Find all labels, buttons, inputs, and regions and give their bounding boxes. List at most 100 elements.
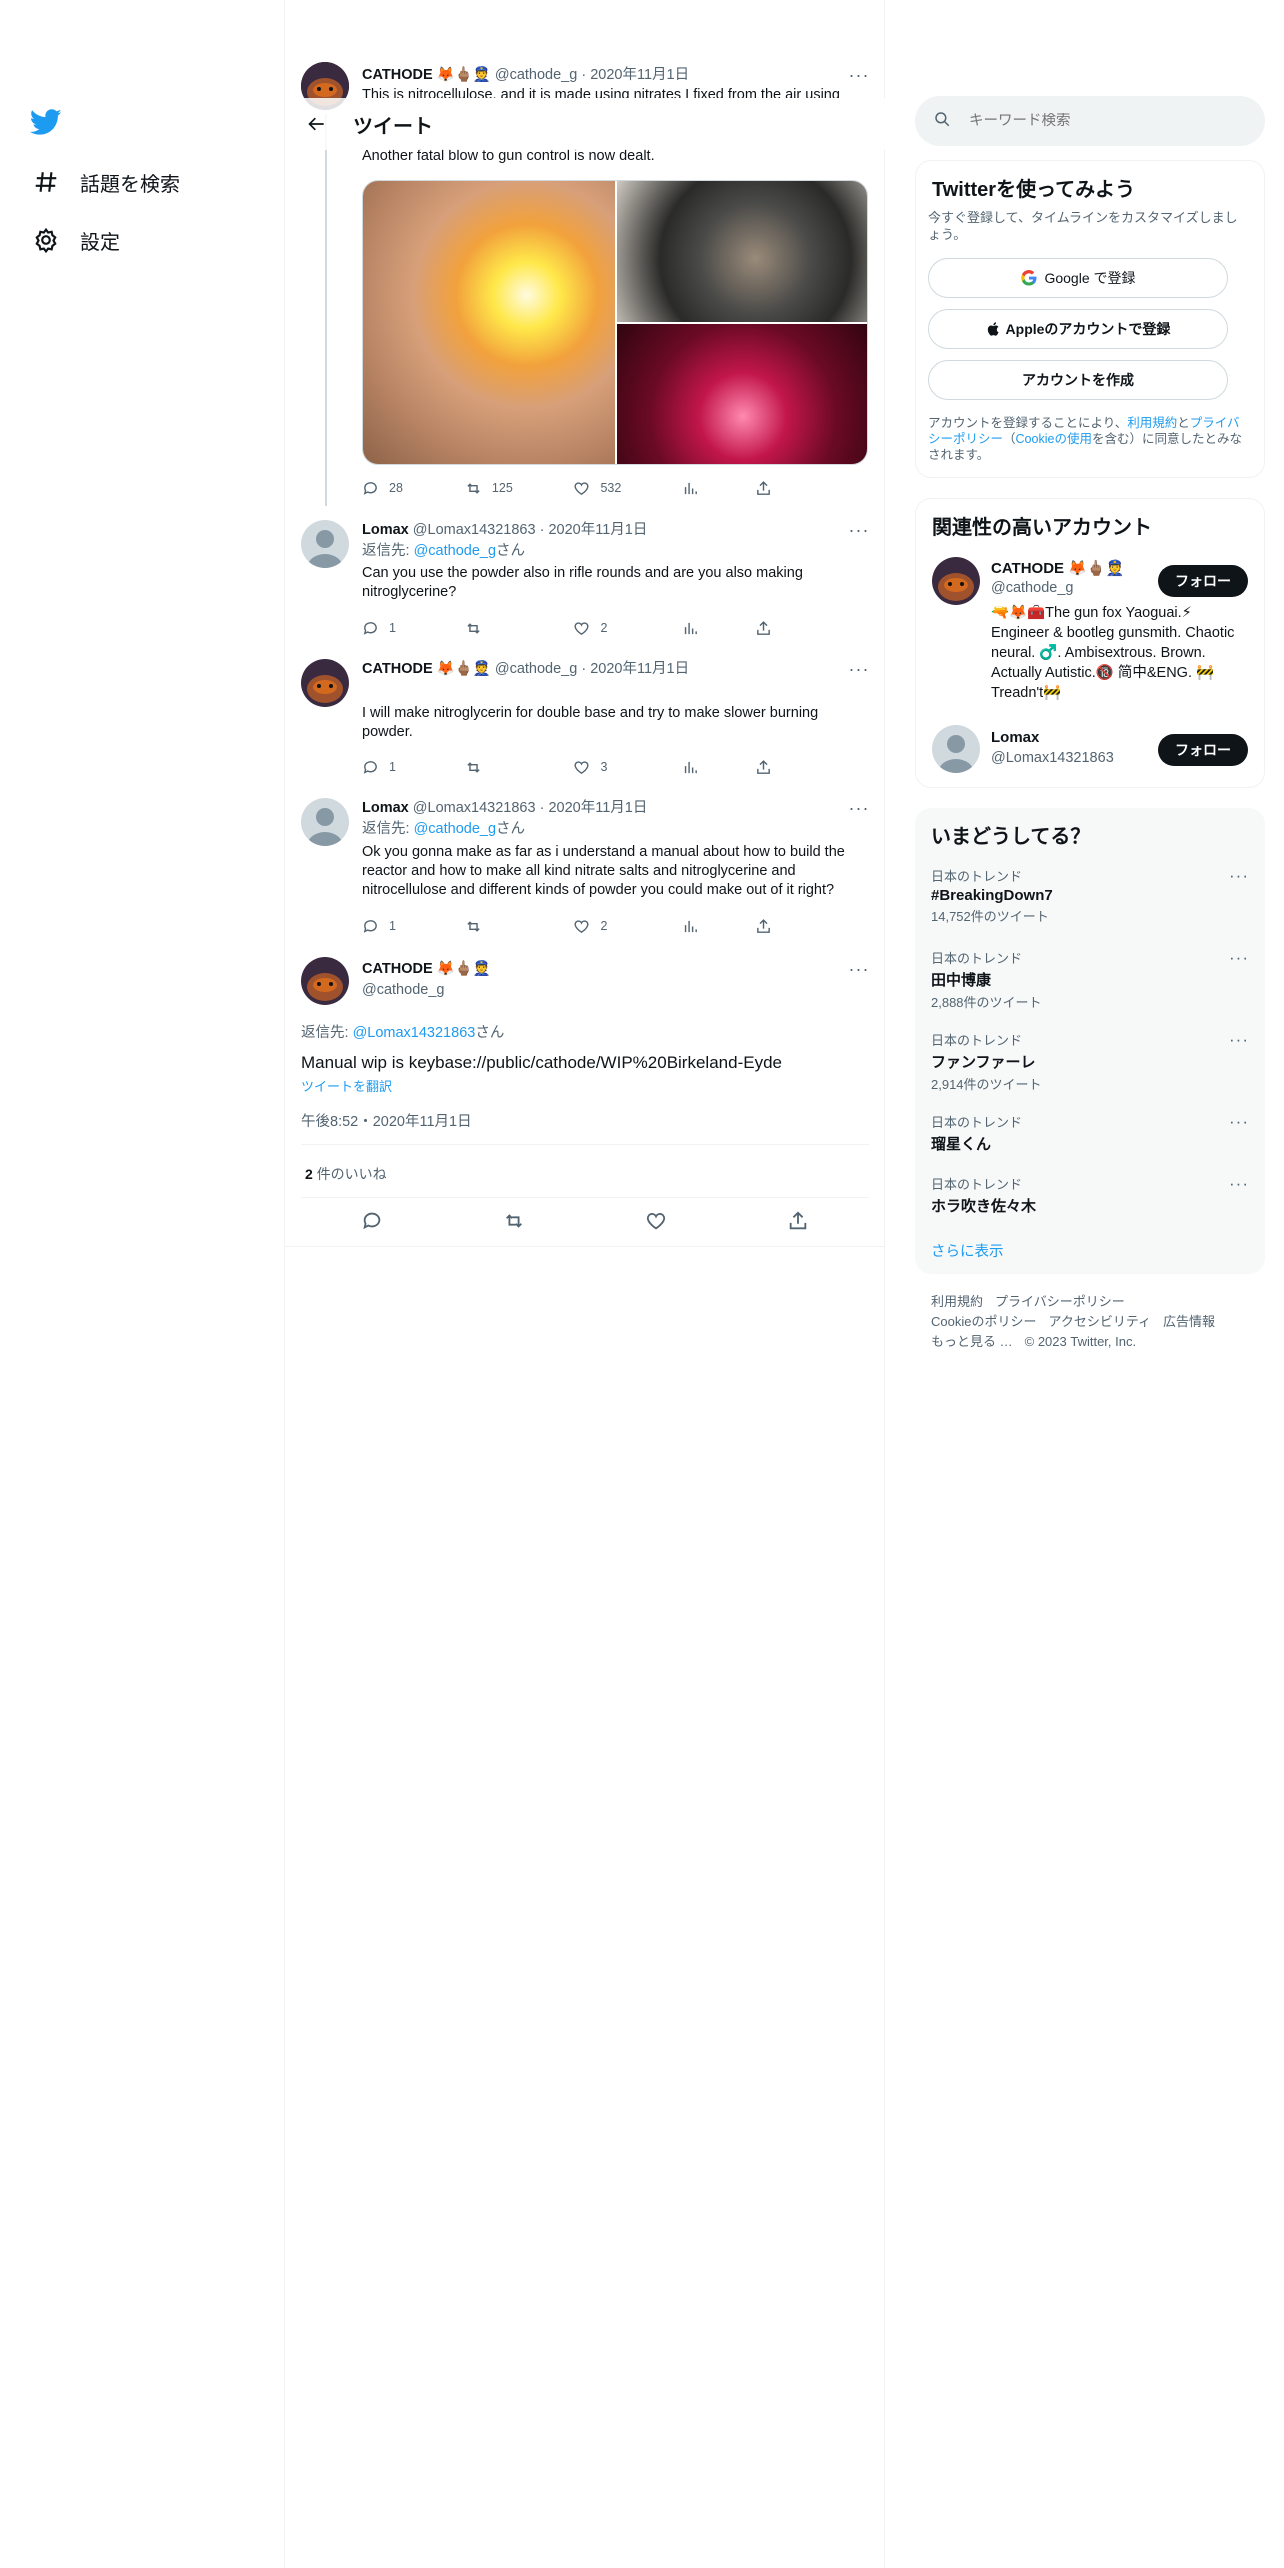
share-button[interactable] [755, 757, 782, 777]
retweet-button[interactable] [465, 757, 574, 777]
like-button[interactable]: 2 [573, 916, 682, 936]
footer-ads-link[interactable]: 広告情報 [1163, 1314, 1215, 1329]
media-photo[interactable] [363, 181, 615, 464]
avatar[interactable] [301, 520, 349, 568]
relevant-accounts-card: 関連性の高いアカウント CATHODE 🦊🖕🏽👮 @cathode_g フォロー… [915, 498, 1265, 788]
more-options-icon[interactable]: ··· [1229, 1112, 1249, 1132]
user-handle[interactable]: @Lomax14321863 [413, 522, 536, 538]
analytics-button[interactable] [682, 478, 755, 498]
display-name[interactable]: CATHODE 🦊🖕🏽👮 [362, 67, 491, 83]
focal-timestamp[interactable]: 午後8:52・2020年11月1日 [301, 1110, 472, 1131]
translate-link[interactable]: ツイートを翻訳 [301, 1076, 392, 1095]
terms-link[interactable]: 利用規約 [1127, 416, 1177, 430]
like-button[interactable]: 2 [573, 618, 682, 638]
google-signup-button[interactable]: Google で登録 [928, 258, 1228, 298]
avatar[interactable] [301, 957, 349, 1005]
tweet-date[interactable]: 2020年11月1日 [590, 67, 689, 83]
avatar[interactable] [932, 725, 980, 773]
search-input[interactable] [969, 113, 1229, 129]
reply-button[interactable]: 1 [362, 757, 465, 777]
display-name[interactable]: Lomax [362, 800, 409, 816]
trend-item[interactable]: 日本のトレンド ホラ吹き佐々木 ··· [931, 1174, 1249, 1216]
account-name[interactable]: CATHODE 🦊🖕🏽👮 [991, 559, 1124, 577]
tweet-actions: 1 2 [362, 916, 782, 936]
analytics-button[interactable] [682, 618, 755, 638]
avatar[interactable] [301, 798, 349, 846]
trend-item[interactable]: 日本のトレンド #BreakingDown7 14,752件のツイート ··· [931, 866, 1249, 925]
twitter-logo-icon[interactable] [29, 106, 66, 142]
analytics-button[interactable] [682, 757, 755, 777]
page-header: ツイート [285, 98, 885, 150]
analytics-button[interactable] [682, 916, 755, 936]
display-name[interactable]: Lomax [362, 522, 409, 538]
more-options-icon[interactable]: ··· [1229, 1030, 1249, 1050]
reply-button[interactable]: 1 [362, 916, 465, 936]
user-handle[interactable]: @Lomax14321863 [413, 800, 536, 816]
reply-button[interactable]: 28 [362, 478, 465, 498]
more-options-icon[interactable]: ··· [1229, 1174, 1249, 1194]
share-button[interactable] [755, 916, 782, 936]
more-options-icon[interactable]: ··· [1229, 948, 1249, 968]
follow-button[interactable]: フォロー [1158, 565, 1248, 597]
more-options-icon[interactable]: ··· [848, 520, 870, 540]
heart-icon[interactable] [645, 1210, 667, 1234]
more-options-icon[interactable]: ··· [1229, 866, 1249, 886]
footer-privacy-link[interactable]: プライバシーポリシー [995, 1294, 1125, 1309]
avatar[interactable] [301, 659, 349, 707]
retweet-button[interactable] [465, 618, 574, 638]
media-photo[interactable] [617, 181, 867, 322]
display-name[interactable]: CATHODE 🦊🖕🏽👮 [362, 661, 491, 677]
search-box[interactable] [915, 96, 1265, 146]
show-more-link[interactable]: さらに表示 [931, 1240, 1004, 1261]
retweet-button[interactable] [465, 916, 574, 936]
retweet-icon [467, 622, 480, 634]
tweet-date[interactable]: 2020年11月1日 [548, 800, 647, 816]
media-photo[interactable] [617, 324, 867, 464]
user-handle[interactable]: @cathode_g [495, 67, 577, 83]
trend-item[interactable]: 日本のトレンド ファンファーレ 2,914件のツイート ··· [931, 1030, 1249, 1093]
follow-button[interactable]: フォロー [1158, 734, 1248, 766]
avatar[interactable] [932, 557, 980, 605]
tweet-date[interactable]: 2020年11月1日 [548, 522, 647, 538]
like-button[interactable]: 532 [573, 478, 682, 498]
footer-accessibility-link[interactable]: アクセシビリティ [1048, 1314, 1151, 1329]
account-handle[interactable]: @cathode_g [991, 580, 1073, 596]
main-column: ツイート CATHODE 🦊🖕🏽👮 @cathode_g · 2020年11月1… [285, 0, 885, 2568]
nav-explore[interactable]: 話題を検索 [30, 162, 180, 202]
likes-count[interactable]: 2 件のいいね [305, 1164, 387, 1184]
like-button[interactable]: 3 [573, 757, 682, 777]
back-arrow-icon[interactable] [297, 104, 337, 144]
reply-mention-link[interactable]: @cathode_g [414, 821, 496, 837]
focal-display-name[interactable]: CATHODE 🦊🖕🏽👮 [362, 960, 870, 979]
reply-button[interactable]: 1 [362, 618, 465, 638]
create-account-button[interactable]: アカウントを作成 [928, 360, 1228, 400]
reply-mention-link[interactable]: @cathode_g [414, 543, 496, 559]
tweet-media-grid[interactable] [362, 180, 868, 465]
footer-cookie-link[interactable]: Cookieのポリシー [931, 1314, 1036, 1329]
share-icon[interactable] [787, 1210, 809, 1234]
retweet-icon[interactable] [503, 1210, 525, 1234]
trends-card: いまどうしてる？ 日本のトレンド #BreakingDown7 14,752件の… [915, 808, 1265, 1274]
trend-item[interactable]: 日本のトレンド 田中博康 2,888件のツイート ··· [931, 948, 1249, 1011]
nav-settings[interactable]: 設定 [30, 220, 120, 260]
apple-signup-button[interactable]: Appleのアカウントで登録 [928, 309, 1228, 349]
account-name[interactable]: Lomax [991, 729, 1039, 746]
page-title: ツイート [353, 115, 433, 138]
more-options-icon[interactable]: ··· [848, 659, 870, 679]
trend-item[interactable]: 日本のトレンド 瑠星くん ··· [931, 1112, 1249, 1154]
reply-mention-link[interactable]: @Lomax14321863 [353, 1025, 476, 1041]
more-options-icon[interactable]: ··· [848, 798, 870, 818]
retweet-button[interactable]: 125 [465, 478, 574, 498]
cookie-link[interactable]: Cookieの使用 [1016, 432, 1092, 446]
share-button[interactable] [755, 478, 782, 498]
tweet-date[interactable]: 2020年11月1日 [590, 661, 689, 677]
focal-user-handle[interactable]: @cathode_g [362, 981, 870, 1000]
account-handle[interactable]: @Lomax14321863 [991, 750, 1114, 766]
footer-more-link[interactable]: もっと見る … [931, 1334, 1013, 1349]
share-button[interactable] [755, 618, 782, 638]
more-options-icon[interactable]: ··· [848, 959, 870, 979]
user-handle[interactable]: @cathode_g [495, 661, 577, 677]
footer-terms-link[interactable]: 利用規約 [931, 1294, 983, 1309]
reply-icon[interactable] [361, 1210, 383, 1234]
more-options-icon[interactable]: ··· [848, 65, 870, 85]
